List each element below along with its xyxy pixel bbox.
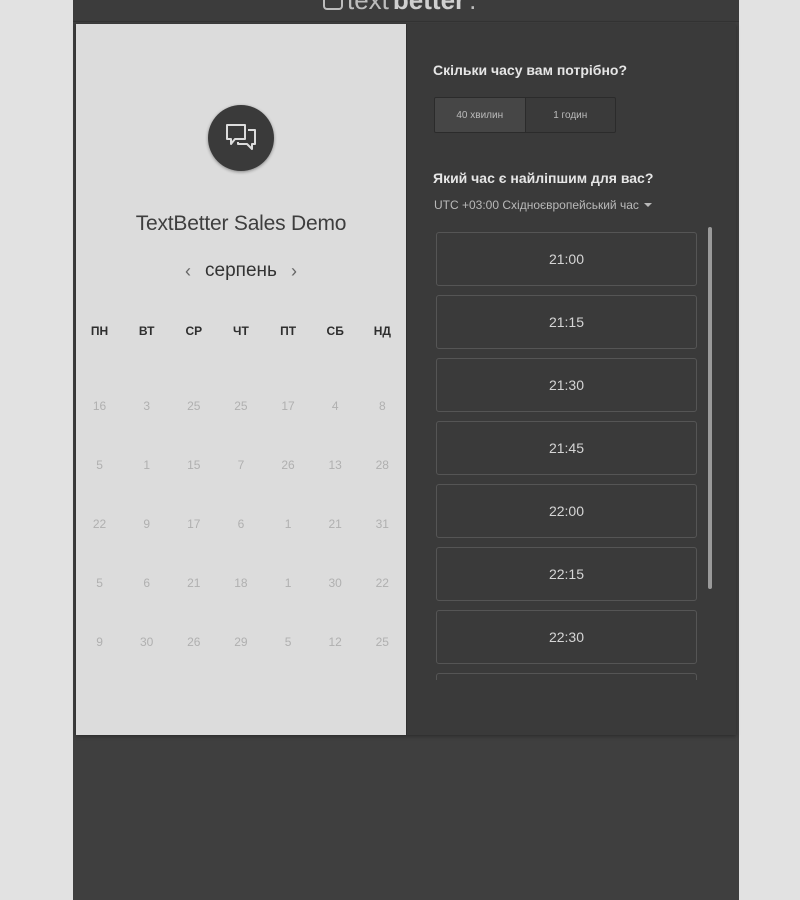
weekday-label: ВТ: [138, 324, 155, 338]
calendar-day: 18: [234, 576, 248, 590]
calendar-day: 22: [92, 517, 107, 531]
calendar-day: 16: [92, 399, 107, 413]
calendar-day: 4: [331, 399, 339, 413]
calendar-day: 1: [284, 576, 292, 590]
time-question: Який час є найліпшим для вас?: [433, 170, 654, 186]
timezone-label: UTC +03:00 Східноєвропейський час: [434, 198, 639, 212]
chat-bubbles-icon: [226, 124, 256, 150]
time-slot-button[interactable]: 21:45: [436, 421, 697, 475]
calendar-day: 8: [378, 399, 386, 413]
app-frame: textbetter. TextBetter Sales Demo ‹ серп…: [73, 0, 739, 900]
calendar-day: 5: [96, 576, 103, 590]
company-name: TextBetter Sales Demo: [135, 212, 347, 235]
calendar-day: 30: [328, 576, 342, 590]
time-slot-button[interactable]: 21:00: [436, 232, 697, 286]
brand-logo[interactable]: textbetter.: [323, 0, 476, 16]
calendar-day: 31: [375, 517, 389, 531]
weekday-header: ПН ВТ СР ЧТ ПТ СБ НД: [76, 324, 406, 338]
logo-mark-icon: [323, 0, 343, 10]
month-label: серпень: [205, 260, 277, 281]
calendar-day: 21: [328, 517, 342, 531]
month-navigation: ‹ серпень ›: [76, 260, 406, 282]
calendar-day: 21: [187, 576, 201, 590]
calendar-day: 12: [328, 635, 342, 649]
calendar-week-row: 9 30 26 29 5 12 25: [76, 635, 406, 694]
weekday-label: НД: [373, 324, 391, 338]
calendar-day: 7: [237, 458, 245, 472]
weekday-label: ПТ: [280, 324, 297, 338]
calendar-day: 26: [187, 635, 201, 649]
calendar-day: 25: [234, 399, 248, 413]
calendar-week-row: 22 9 17 6 1 21 31: [76, 517, 406, 576]
calendar-week-row: 5 6 21 18 1 30 22: [76, 576, 406, 635]
calendar-day: 17: [281, 399, 295, 413]
calendar-day: 5: [96, 458, 103, 472]
weekday-label: ЧТ: [233, 324, 249, 338]
time-slot-button[interactable]: [436, 673, 697, 680]
chevron-left-icon[interactable]: ‹: [181, 261, 195, 282]
booking-card: TextBetter Sales Demo ‹ серпень › ПН ВТ …: [76, 24, 736, 735]
calendar-day: 29: [234, 635, 248, 649]
calendar-panel: TextBetter Sales Demo ‹ серпень › ПН ВТ …: [76, 24, 406, 735]
time-slot-button[interactable]: 21:30: [436, 358, 697, 412]
calendar-day: 3: [143, 399, 151, 413]
calendar-grid: 16 3 25 25 17 4 8 5 1 15 7 26 13 28 22 9…: [76, 399, 406, 694]
calendar-week-row: 16 3 25 25 17 4 8: [76, 399, 406, 458]
calendar-day: 1: [284, 517, 292, 531]
calendar-day: 15: [187, 458, 201, 472]
caret-down-icon: [643, 203, 652, 207]
calendar-day: 25: [187, 399, 201, 413]
calendar-day: 17: [187, 517, 201, 531]
top-bar: textbetter.: [73, 0, 739, 22]
time-slot-button[interactable]: 22:30: [436, 610, 697, 664]
time-slot-button[interactable]: 21:15: [436, 295, 697, 349]
time-slot-button[interactable]: 22:00: [436, 484, 697, 538]
time-slot-button[interactable]: 22:15: [436, 547, 697, 601]
scheduler-panel: Скільки часу вам потрібно? 40 хвилин 1 г…: [406, 24, 736, 735]
duration-option-40-min[interactable]: 40 хвилин: [435, 98, 526, 132]
weekday-label: СР: [185, 324, 203, 338]
calendar-day: 13: [328, 458, 342, 472]
duration-question: Скільки часу вам потрібно?: [433, 62, 628, 78]
calendar-day: 22: [375, 576, 389, 590]
brand-text-light: text: [347, 0, 389, 16]
weekday-label: ПН: [90, 324, 109, 338]
chevron-right-icon[interactable]: ›: [287, 261, 301, 282]
calendar-week-row: 5 1 15 7 26 13 28: [76, 458, 406, 517]
brand-text-dot: .: [469, 0, 476, 16]
calendar-day: 25: [375, 635, 389, 649]
calendar-day: 30: [140, 635, 154, 649]
time-slot-list: 21:00 21:15 21:30 21:45 22:00 22:15 22:3…: [436, 232, 698, 680]
company-avatar: [208, 105, 274, 171]
duration-selector: 40 хвилин 1 годин: [434, 97, 616, 133]
calendar-day: 6: [143, 576, 151, 590]
slot-list-scrollbar[interactable]: [708, 227, 712, 589]
calendar-day: 28: [375, 458, 389, 472]
calendar-day: 5: [284, 635, 292, 649]
weekday-label: СБ: [326, 324, 344, 338]
timezone-selector[interactable]: UTC +03:00 Східноєвропейський час: [434, 198, 652, 212]
calendar-day: 9: [143, 517, 151, 531]
brand-text-bold: better: [393, 0, 465, 16]
duration-option-1-hour[interactable]: 1 годин: [526, 98, 616, 132]
calendar-day: 26: [281, 458, 295, 472]
calendar-day: 9: [96, 635, 103, 649]
calendar-day: 6: [237, 517, 245, 531]
calendar-day: 1: [143, 458, 151, 472]
